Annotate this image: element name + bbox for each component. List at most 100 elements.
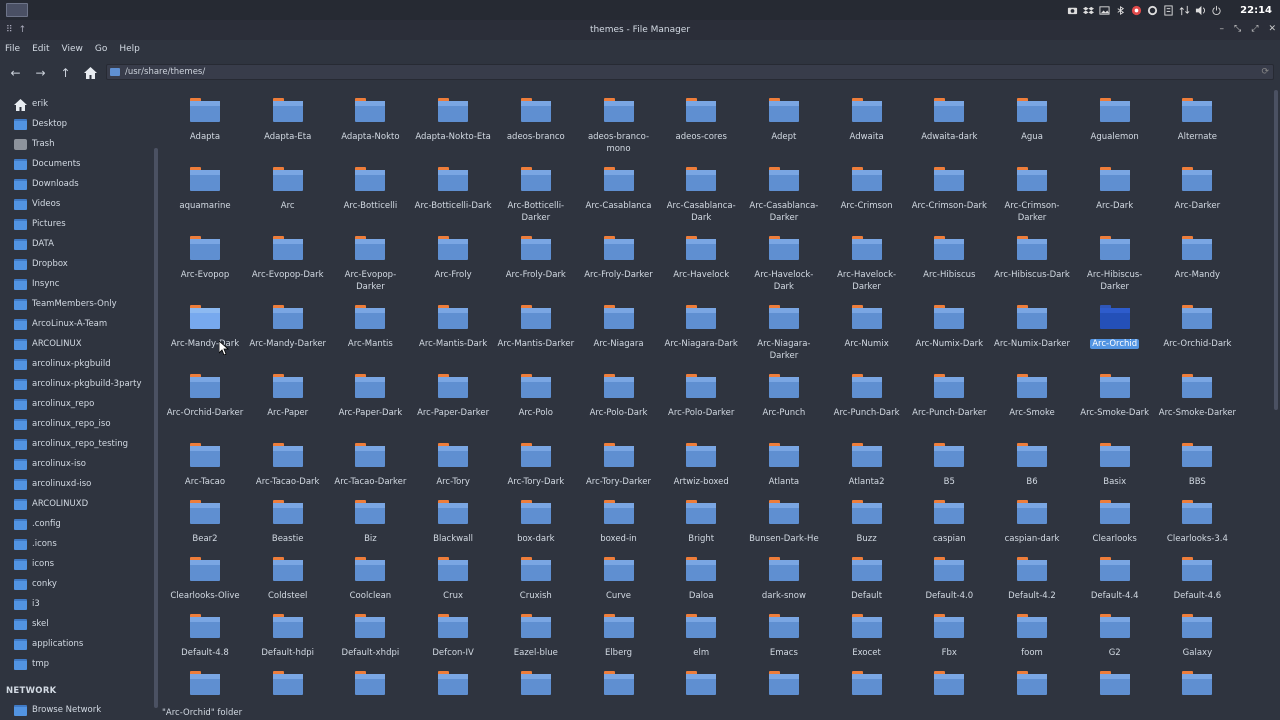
dropbox-icon[interactable] <box>1082 4 1094 16</box>
folder-item[interactable]: B5 <box>909 443 989 488</box>
folder-item[interactable]: Arc-Mantis-Darker <box>496 305 576 350</box>
folder-item[interactable]: box-dark <box>496 500 576 545</box>
folder-item[interactable]: Arc-Tacao-Dark <box>248 443 328 488</box>
sidebar-item[interactable]: arcolinux_repo_testing <box>0 434 154 454</box>
folder-item[interactable]: Arc-Evopop-Darker <box>330 236 410 293</box>
folder-item[interactable]: adeos-cores <box>661 98 741 143</box>
folder-item[interactable]: adeos-branco-mono <box>579 98 659 155</box>
folder-item[interactable]: Default-4.6 <box>1157 557 1237 602</box>
sidebar-item[interactable]: Documents <box>0 154 154 174</box>
image-viewer-icon[interactable] <box>1098 4 1110 16</box>
sidebar-item[interactable]: Videos <box>0 194 154 214</box>
folder-item[interactable]: Arc-Froly <box>413 236 493 281</box>
folder-item[interactable]: foom <box>992 614 1072 659</box>
folder-item[interactable]: Arc-Polo <box>496 374 576 419</box>
restore-button[interactable]: ⤡ <box>1234 24 1241 34</box>
folder-item[interactable]: Arc-Dark <box>1075 167 1155 212</box>
folder-item[interactable]: Bright <box>661 500 741 545</box>
folder-item[interactable]: Arc-Numix <box>827 305 907 350</box>
folder-item[interactable]: G2 <box>1075 614 1155 659</box>
folder-item[interactable]: dark-snow <box>744 557 824 602</box>
menu-file[interactable]: File <box>5 44 20 54</box>
folder-item[interactable]: Arc-Smoke <box>992 374 1072 419</box>
folder-item[interactable]: Adept <box>744 98 824 143</box>
folder-item[interactable]: Arc-Tory <box>413 443 493 488</box>
folder-item[interactable] <box>992 671 1072 695</box>
folder-item[interactable]: Arc-Botticelli-Darker <box>496 167 576 224</box>
folder-item[interactable]: Arc-Froly-Dark <box>496 236 576 281</box>
power-icon[interactable] <box>1210 4 1222 16</box>
folder-item[interactable]: Biz <box>330 500 410 545</box>
folder-item[interactable]: Defcon-IV <box>413 614 493 659</box>
folder-item[interactable]: Arc-Orchid-Darker <box>165 374 245 419</box>
folder-item[interactable]: Arc-Niagara-Dark <box>661 305 741 350</box>
folder-item[interactable]: Arc-Froly-Darker <box>579 236 659 281</box>
folder-item[interactable]: Arc-Orchid <box>1075 305 1155 350</box>
folder-item[interactable]: Arc-Numix-Dark <box>909 305 989 350</box>
window-menu-icon[interactable]: ⠿ <box>6 25 13 35</box>
up-arrow-icon[interactable]: ↑ <box>53 62 78 84</box>
folder-item[interactable] <box>661 671 741 695</box>
folder-item[interactable] <box>909 671 989 695</box>
folder-item[interactable]: Arc-Mandy <box>1157 236 1237 281</box>
sidebar-item[interactable]: Trash <box>0 134 154 154</box>
sidebar-item[interactable]: skel <box>0 614 154 634</box>
folder-item[interactable]: Default-4.4 <box>1075 557 1155 602</box>
folder-item[interactable]: BBS <box>1157 443 1237 488</box>
folder-item[interactable]: Default-hdpi <box>248 614 328 659</box>
folder-item[interactable]: Default-4.0 <box>909 557 989 602</box>
folder-item[interactable]: Buzz <box>827 500 907 545</box>
folder-item[interactable]: Arc-Punch <box>744 374 824 419</box>
folder-item[interactable]: aquamarine <box>165 167 245 212</box>
folder-item[interactable]: Daloa <box>661 557 741 602</box>
sidebar-item[interactable]: Pictures <box>0 214 154 234</box>
folder-item[interactable]: Arc-Tory-Darker <box>579 443 659 488</box>
folder-item[interactable]: Coldsteel <box>248 557 328 602</box>
folder-item[interactable]: Arc-Havelock-Darker <box>827 236 907 293</box>
folder-item[interactable]: Arc-Punch-Darker <box>909 374 989 419</box>
folder-item[interactable]: Arc-Hibiscus <box>909 236 989 281</box>
folder-item[interactable]: Arc-Darker <box>1157 167 1237 212</box>
sidebar-item-network[interactable]: Browse Network <box>0 700 154 720</box>
folder-item[interactable]: Adapta-Eta <box>248 98 328 143</box>
folder-item[interactable]: Default <box>827 557 907 602</box>
update-icon[interactable] <box>1130 4 1142 16</box>
folder-item[interactable]: elm <box>661 614 741 659</box>
folder-item[interactable]: Galaxy <box>1157 614 1237 659</box>
folder-item[interactable]: Arc-Hibiscus-Darker <box>1075 236 1155 293</box>
folder-item[interactable]: Arc-Botticelli-Dark <box>413 167 493 212</box>
folder-item[interactable]: Default-xhdpi <box>330 614 410 659</box>
folder-item[interactable]: Arc <box>248 167 328 212</box>
folder-item[interactable]: Arc-Smoke-Dark <box>1075 374 1155 419</box>
sidebar-item[interactable]: arcolinuxd-iso <box>0 474 154 494</box>
folder-item[interactable]: Elberg <box>579 614 659 659</box>
folder-item[interactable]: Arc-Crimson <box>827 167 907 212</box>
sidebar-item[interactable]: arcolinux_repo_iso <box>0 414 154 434</box>
location-bar[interactable]: /usr/share/themes/ ⟳ <box>106 64 1274 80</box>
folder-item[interactable] <box>827 671 907 695</box>
close-button[interactable]: ✕ <box>1268 24 1276 34</box>
folder-item[interactable] <box>165 671 245 695</box>
sidebar-item[interactable]: conky <box>0 574 154 594</box>
folder-item[interactable]: Arc-Paper-Dark <box>330 374 410 419</box>
folder-item[interactable]: Agua <box>992 98 1072 143</box>
folder-item[interactable]: Arc-Evopop <box>165 236 245 281</box>
folder-item[interactable]: Arc-Niagara <box>579 305 659 350</box>
folder-item[interactable]: caspian <box>909 500 989 545</box>
folder-item[interactable]: Bunsen-Dark-He <box>744 500 824 545</box>
sidebar-item[interactable]: .icons <box>0 534 154 554</box>
folder-item[interactable]: Atlanta <box>744 443 824 488</box>
sidebar-item[interactable]: ArcoLinux-A-Team <box>0 314 154 334</box>
folder-item[interactable]: Arc-Numix-Darker <box>992 305 1072 350</box>
sidebar-item[interactable]: Desktop <box>0 114 154 134</box>
folder-item[interactable]: Arc-Smoke-Darker <box>1157 374 1237 419</box>
location-path[interactable]: /usr/share/themes/ <box>125 67 205 77</box>
folder-item[interactable]: Arc-Niagara-Darker <box>744 305 824 362</box>
folder-item[interactable]: B6 <box>992 443 1072 488</box>
sidebar-item[interactable]: ARCOLINUXD <box>0 494 154 514</box>
folder-item[interactable]: Alternate <box>1157 98 1237 143</box>
folder-item[interactable]: Arc-Havelock-Dark <box>744 236 824 293</box>
folder-item[interactable]: Arc-Mandy-Dark <box>165 305 245 350</box>
folder-item[interactable]: Clearlooks-3.4 <box>1157 500 1237 545</box>
folder-item[interactable]: Beastie <box>248 500 328 545</box>
